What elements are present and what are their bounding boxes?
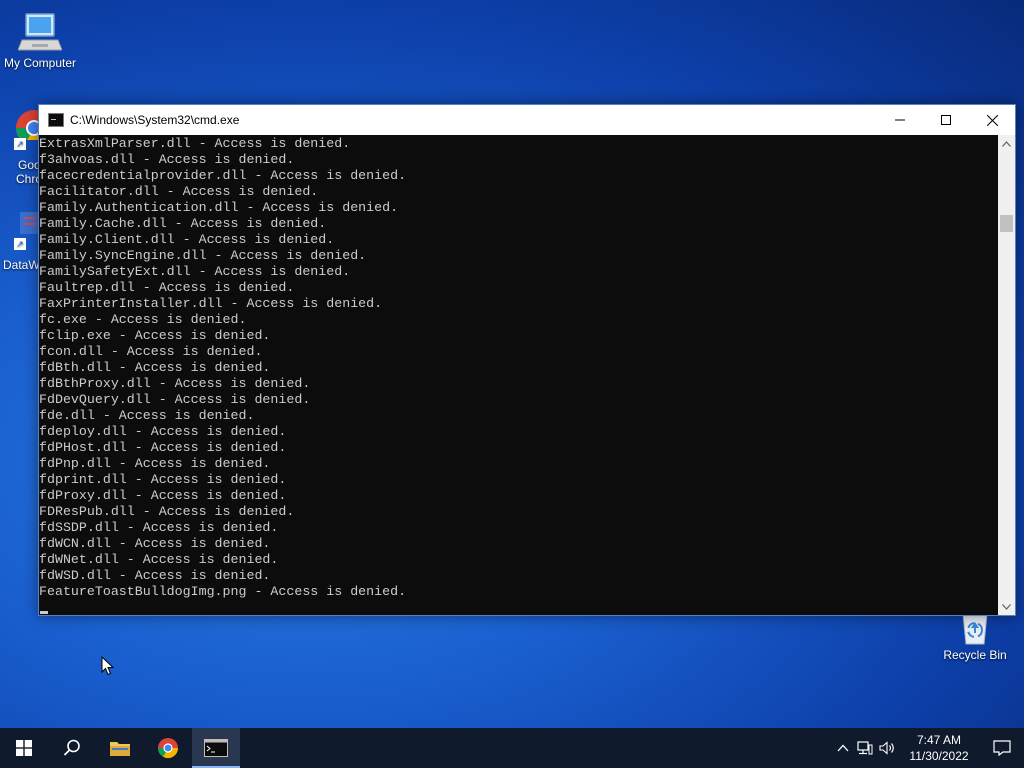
recycle-bin-label: Recycle Bin: [943, 648, 1007, 662]
taskbar: 7:47 AM 11/30/2022: [0, 728, 1024, 768]
volume-button[interactable]: [876, 728, 898, 768]
chevron-up-icon: [837, 744, 849, 752]
console-line: fc.exe - Access is denied.: [39, 312, 247, 327]
notification-icon: [993, 740, 1011, 756]
search-button[interactable]: [48, 728, 96, 768]
my-computer-label: My Computer: [3, 56, 77, 70]
datawrapper-label: DataW: [3, 258, 40, 272]
cmd-window[interactable]: C:\Windows\System32\cmd.exe ExtrasXmlPar…: [38, 104, 1016, 616]
network-button[interactable]: [854, 728, 876, 768]
network-icon: [857, 741, 873, 755]
search-icon: [63, 739, 80, 756]
scroll-down-button[interactable]: [998, 598, 1015, 615]
console-line: fdProxy.dll - Access is denied.: [39, 488, 287, 503]
console-line: Facilitator.dll - Access is denied.: [39, 184, 319, 199]
console-line: fdBthProxy.dll - Access is denied.: [39, 376, 311, 391]
recycle-bin-icon[interactable]: Recycle Bin: [935, 612, 1015, 662]
console-line: fdWCN.dll - Access is denied.: [39, 536, 271, 551]
minimize-button[interactable]: [877, 105, 923, 135]
minimize-icon: [895, 119, 905, 121]
console-line: fdeploy.dll - Access is denied.: [39, 424, 287, 439]
console-line: fdWSD.dll - Access is denied.: [39, 568, 271, 583]
vertical-scrollbar[interactable]: [998, 135, 1015, 615]
clock-time: 7:47 AM: [916, 733, 962, 747]
window-title: C:\Windows\System32\cmd.exe: [70, 113, 240, 127]
console-line: fclip.exe - Access is denied.: [39, 328, 271, 343]
console-line: facecredentialprovider.dll - Access is d…: [39, 168, 407, 183]
show-hidden-icons-button[interactable]: [832, 728, 854, 768]
console-output[interactable]: ExtrasXmlParser.dll - Access is denied. f…: [39, 135, 1000, 615]
console-line: f3ahvoas.dll - Access is denied.: [39, 152, 295, 167]
console-line: fdprint.dll - Access is denied.: [39, 472, 287, 487]
console-line: Family.Cache.dll - Access is denied.: [39, 216, 327, 231]
chevron-up-icon: [1002, 140, 1011, 147]
console-line: Faultrep.dll - Access is denied.: [39, 280, 295, 295]
console-line: FeatureToastBulldogImg.png - Access is d…: [39, 584, 407, 599]
cmd-taskbar-button[interactable]: [192, 728, 240, 768]
maximize-button[interactable]: [923, 105, 969, 135]
folder-icon: [110, 742, 130, 756]
taskbar-clock[interactable]: 7:47 AM 11/30/2022: [898, 732, 980, 764]
scroll-thumb[interactable]: [1000, 215, 1013, 232]
chrome-icon: [157, 738, 179, 759]
console-line: fdPnp.dll - Access is denied.: [39, 456, 271, 471]
console-line: fdWNet.dll - Access is denied.: [39, 552, 279, 567]
console-line: Family.SyncEngine.dll - Access is denied…: [39, 248, 367, 263]
console-line: fcon.dll - Access is denied.: [39, 344, 263, 359]
maximize-icon: [941, 115, 951, 125]
console-line: FdDevQuery.dll - Access is denied.: [39, 392, 311, 407]
recycle-bin-glyph-icon: [962, 613, 988, 645]
computer-icon: [18, 13, 62, 51]
shortcut-arrow-icon: ↗: [14, 238, 26, 250]
console-line: FDResPub.dll - Access is denied.: [39, 504, 295, 519]
console-line: FamilySafetyExt.dll - Access is denied.: [39, 264, 351, 279]
scroll-up-button[interactable]: [998, 135, 1015, 152]
mouse-pointer-icon: [101, 656, 115, 676]
my-computer-icon[interactable]: My Computer: [0, 10, 80, 70]
start-button[interactable]: [0, 728, 48, 768]
cmd-app-icon: [48, 113, 64, 127]
command-prompt-icon: [204, 739, 228, 757]
text-cursor: [40, 611, 48, 614]
console-line: FaxPrinterInstaller.dll - Access is deni…: [39, 296, 383, 311]
window-titlebar[interactable]: C:\Windows\System32\cmd.exe: [39, 105, 1015, 135]
close-icon: [986, 114, 998, 126]
console-line: ExtrasXmlParser.dll - Access is denied.: [39, 136, 351, 151]
chevron-down-icon: [1002, 603, 1011, 610]
chrome-taskbar-button[interactable]: [144, 728, 192, 768]
console-line: fde.dll - Access is denied.: [39, 408, 255, 423]
console-line: fdPHost.dll - Access is denied.: [39, 440, 287, 455]
window-controls: [877, 105, 1015, 135]
close-button[interactable]: [969, 105, 1015, 135]
console-line: Family.Authentication.dll - Access is de…: [39, 200, 399, 215]
shortcut-arrow-icon: ↗: [14, 138, 26, 150]
console-line: Family.Client.dll - Access is denied.: [39, 232, 335, 247]
system-tray: 7:47 AM 11/30/2022: [832, 728, 1024, 768]
console-line: fdSSDP.dll - Access is denied.: [39, 520, 279, 535]
action-center-button[interactable]: [980, 728, 1024, 768]
file-explorer-button[interactable]: [96, 728, 144, 768]
windows-logo-icon: [16, 740, 32, 756]
volume-icon: [879, 741, 894, 755]
clock-date: 11/30/2022: [909, 749, 969, 763]
console-line: fdBth.dll - Access is denied.: [39, 360, 271, 375]
